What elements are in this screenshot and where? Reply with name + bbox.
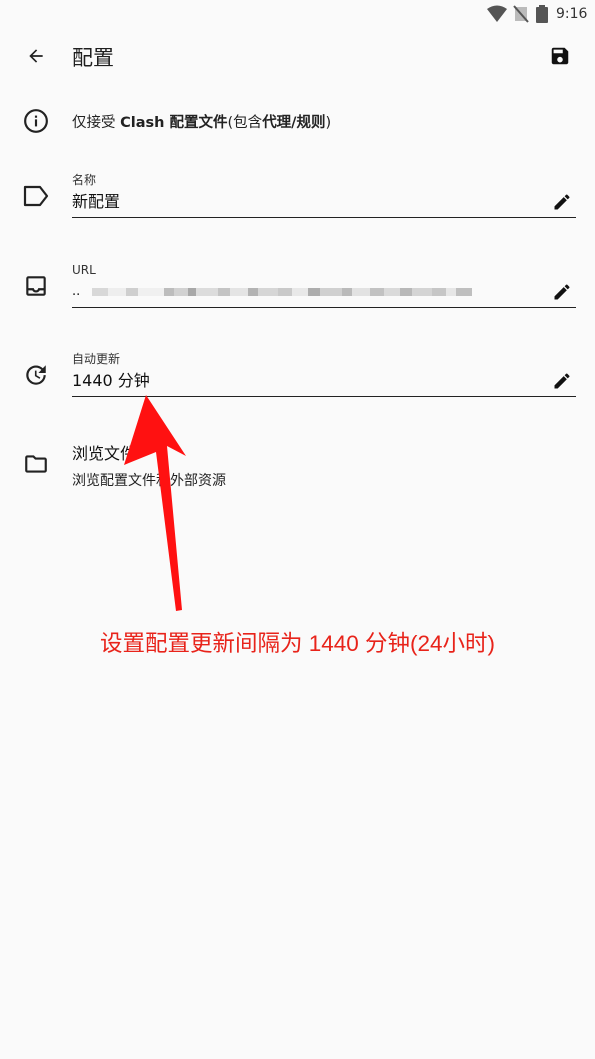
save-button[interactable] — [538, 36, 582, 80]
battery-icon — [536, 5, 548, 27]
auto-update-value[interactable]: 1440 分钟 — [72, 370, 576, 397]
notice-middle: (包含 — [227, 115, 263, 131]
status-time: 9:16 — [556, 6, 588, 22]
name-field[interactable]: 名称 新配置 — [72, 172, 576, 218]
notice-bold-clash: Clash 配置文件 — [120, 115, 228, 131]
url-redacted-mosaic: .. — [72, 281, 542, 303]
url-row: URL .. — [0, 262, 595, 312]
wifi-icon — [487, 5, 507, 27]
inbox-icon — [22, 272, 50, 300]
name-row: 名称 新配置 — [0, 172, 595, 222]
save-icon — [549, 45, 571, 71]
notice-text: 仅接受 Clash 配置文件(包含代理/规则) — [72, 111, 331, 132]
info-icon — [22, 107, 50, 135]
status-bar: 9:16 — [0, 0, 595, 30]
edit-url-button[interactable] — [548, 280, 576, 308]
name-label: 名称 — [72, 173, 97, 187]
label-tag-icon — [22, 182, 50, 210]
update-icon — [22, 361, 50, 389]
pencil-icon — [552, 282, 572, 306]
auto-update-label: 自动更新 — [72, 352, 121, 366]
no-signal-icon — [513, 5, 529, 27]
auto-update-row: 自动更新 1440 分钟 — [0, 351, 595, 401]
pencil-icon — [552, 192, 572, 216]
arrow-back-icon — [26, 46, 46, 70]
url-visible-text: .. — [72, 284, 81, 299]
browse-files-subtitle: 浏览配置文件和外部资源 — [72, 473, 226, 489]
notice-bold-proxy: 代理/规则 — [262, 115, 326, 131]
notice-row: 仅接受 Clash 配置文件(包含代理/规则) — [0, 104, 595, 138]
url-label: URL — [72, 263, 96, 277]
back-button[interactable] — [14, 36, 58, 80]
folder-icon — [22, 450, 50, 478]
auto-update-field[interactable]: 自动更新 1440 分钟 — [72, 351, 576, 397]
browse-files-title: 浏览文件 — [72, 444, 137, 463]
pencil-icon — [552, 371, 572, 395]
page-title: 配置 — [72, 46, 114, 70]
url-value[interactable]: .. — [72, 281, 576, 308]
edit-auto-update-button[interactable] — [548, 369, 576, 397]
url-field[interactable]: URL .. — [72, 262, 576, 308]
annotation-text: 设置配置更新间隔为 1440 分钟(24小时) — [99, 631, 496, 656]
notice-prefix: 仅接受 — [72, 115, 121, 131]
toolbar: 配置 — [0, 30, 595, 86]
name-value[interactable]: 新配置 — [72, 191, 576, 218]
edit-name-button[interactable] — [548, 190, 576, 218]
notice-suffix: ) — [325, 115, 332, 131]
annotation-arrow — [124, 395, 186, 611]
